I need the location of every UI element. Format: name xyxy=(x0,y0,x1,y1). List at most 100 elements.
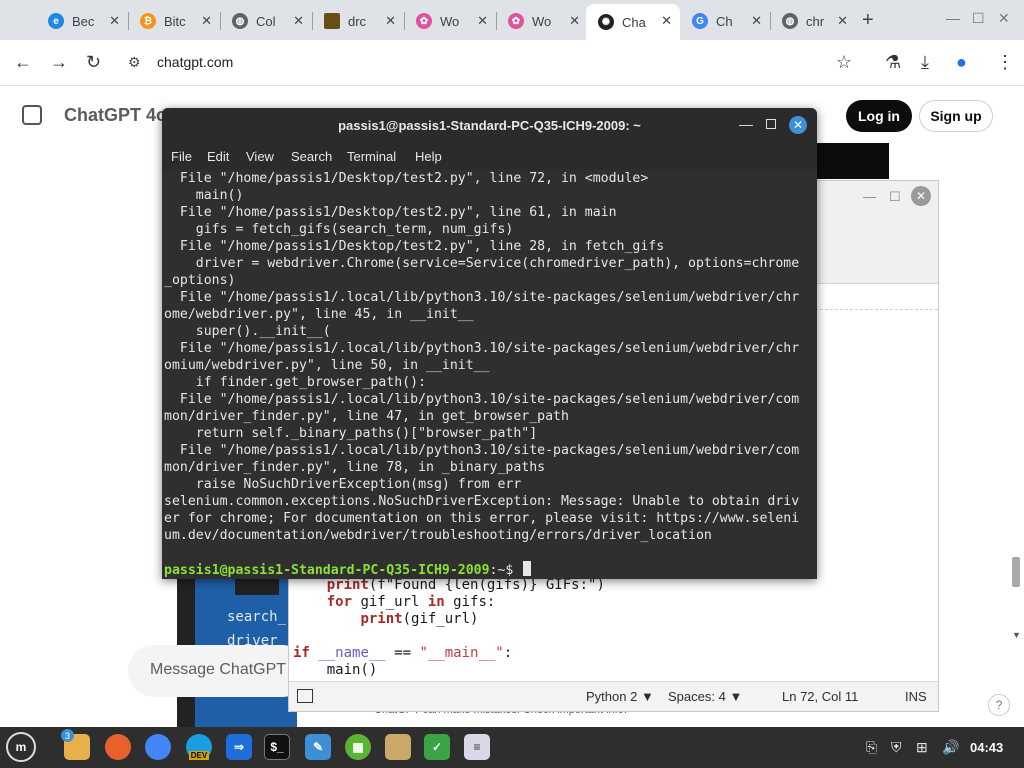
terminal-output[interactable]: File "/home/passis1/Desktop/test2.py", l… xyxy=(162,170,817,579)
close-icon[interactable]: ✕ xyxy=(911,186,931,206)
log-in-button[interactable]: Log in xyxy=(846,100,912,132)
code-line[interactable]: print(gif_url) xyxy=(293,611,478,627)
maximize-icon[interactable] xyxy=(766,119,776,129)
edge-icon: e xyxy=(48,13,64,29)
language-selector[interactable]: Python 2 ▼ xyxy=(586,689,654,704)
maximize-icon[interactable]: ☐ xyxy=(972,10,985,27)
new-chat-icon[interactable] xyxy=(22,105,42,125)
shield-icon[interactable]: ✓ xyxy=(424,734,450,760)
menu-view[interactable]: View xyxy=(246,149,274,164)
output-line: File "/home/passis1/Desktop/test2.py", l… xyxy=(164,239,665,254)
document-icon[interactable]: ≡ xyxy=(464,734,490,760)
browser-tab[interactable]: drc ✕ xyxy=(312,6,404,36)
side-panel-icon[interactable] xyxy=(297,689,313,703)
close-tab-icon[interactable]: ✕ xyxy=(477,13,488,29)
reload-icon[interactable]: ↻ xyxy=(86,52,101,73)
help-button[interactable]: ? xyxy=(988,694,1010,716)
menu-search[interactable]: Search xyxy=(291,149,332,164)
output-line: File "/home/passis1/Desktop/test2.py", l… xyxy=(164,171,649,186)
download-icon[interactable]: ⤓ xyxy=(921,52,929,73)
back-icon[interactable]: ← xyxy=(14,52,32,73)
profile-icon[interactable]: ● xyxy=(956,52,967,73)
output-line: raise NoSuchDriverException(msg) from er… xyxy=(164,477,522,492)
new-tab-icon[interactable]: + xyxy=(862,9,874,32)
output-line: if finder.get_browser_path(): xyxy=(164,375,427,390)
firefox-icon[interactable] xyxy=(105,734,131,760)
minimize-icon[interactable]: — xyxy=(863,189,876,204)
clock[interactable]: 04:43 xyxy=(970,740,1003,755)
browser-tab[interactable]: ✿ Wo ✕ xyxy=(404,6,496,36)
security-icon[interactable]: ⛨ xyxy=(891,739,902,756)
prompt-path: :~$ xyxy=(489,563,514,578)
network-icon[interactable]: ⊞ xyxy=(916,739,928,756)
labs-flask-icon[interactable]: ⚗ xyxy=(885,52,901,73)
close-tab-icon[interactable]: ✕ xyxy=(109,13,120,29)
message-placeholder: Message ChatGPT xyxy=(150,661,287,678)
terminal-window: passis1@passis1-Standard-PC-Q35-ICH9-200… xyxy=(162,108,817,579)
model-selector[interactable]: ChatGPT 4o xyxy=(64,105,167,126)
scroll-down-icon[interactable]: ▼ xyxy=(1012,630,1021,640)
menu-file[interactable]: File xyxy=(171,149,192,164)
tab-width-selector[interactable]: Spaces: 4 ▼ xyxy=(668,689,742,704)
browser-tab[interactable]: ◍ Col ✕ xyxy=(220,6,312,36)
maximize-icon[interactable]: ☐ xyxy=(889,189,901,205)
site-info-icon[interactable]: ⚙ xyxy=(128,54,141,71)
close-window-icon[interactable]: ✕ xyxy=(998,10,1010,27)
edge-dev-icon[interactable]: DEV xyxy=(186,734,212,760)
code-line[interactable]: print(f"Found {len(gifs)} GIFs:") xyxy=(293,577,605,593)
close-icon[interactable]: ✕ xyxy=(789,116,807,134)
code-line[interactable]: main() xyxy=(293,662,378,678)
web-icon: ◍ xyxy=(232,13,248,29)
menu-dots-icon[interactable]: ⋮ xyxy=(996,52,1014,73)
close-tab-icon[interactable]: ✕ xyxy=(201,13,212,29)
menu-help[interactable]: Help xyxy=(415,149,442,164)
minimize-icon[interactable]: — xyxy=(739,116,753,132)
menu-edit[interactable]: Edit xyxy=(207,149,229,164)
prompt-line[interactable]: passis1@passis1-Standard-PC-Q35-ICH9-200… xyxy=(164,561,532,579)
sign-up-button[interactable]: Sign up xyxy=(919,100,993,132)
forward-icon[interactable]: → xyxy=(50,52,68,73)
close-tab-icon[interactable]: ✕ xyxy=(569,13,580,29)
cursor-position[interactable]: Ln 72, Col 11 xyxy=(782,689,858,704)
message-input[interactable]: Message ChatGPT xyxy=(128,645,308,697)
browser-tab-active[interactable]: ✺ Cha ✕ xyxy=(586,4,680,40)
output-line: omium/webdriver.py", line 50, in __init_… xyxy=(164,358,490,373)
code-line[interactable]: for gif_url in gifs: xyxy=(293,594,496,610)
page-scrollbar[interactable] xyxy=(1012,557,1020,587)
browser-tab[interactable]: ✿ Wo ✕ xyxy=(496,6,588,36)
url-text[interactable]: chatgpt.com xyxy=(157,54,233,70)
browser-tab[interactable]: ₿ Bitc ✕ xyxy=(128,6,220,36)
close-tab-icon[interactable]: ✕ xyxy=(385,13,396,29)
spreadsheet-icon[interactable]: ▦ xyxy=(345,734,371,760)
remote-desktop-icon[interactable]: ⇒ xyxy=(226,734,252,760)
code-line[interactable]: if __name__ == "__main__": xyxy=(293,645,512,661)
close-tab-icon[interactable]: ✕ xyxy=(293,13,304,29)
output-line: ome/webdriver.py", line 45, in __init__ xyxy=(164,307,474,322)
mint-menu-icon[interactable]: m xyxy=(6,732,36,762)
address-bar[interactable]: ⚙ chatgpt.com ☆ xyxy=(118,47,866,79)
volume-icon[interactable]: 🔊 xyxy=(942,739,959,756)
minimize-icon[interactable]: — xyxy=(946,10,960,26)
output-line: um.dev/documentation/webdriver/troublesh… xyxy=(164,528,712,543)
browser-toolbar: ← → ↻ ⚙ chatgpt.com ☆ ⚗ ⤓ ● ⋮ xyxy=(0,40,1024,86)
output-line: main() xyxy=(164,188,244,203)
archive-icon[interactable] xyxy=(385,734,411,760)
close-tab-icon[interactable]: ✕ xyxy=(751,13,762,29)
terminal-titlebar[interactable]: passis1@passis1-Standard-PC-Q35-ICH9-200… xyxy=(162,108,817,144)
text-editor-icon[interactable]: ✎ xyxy=(305,734,331,760)
close-tab-icon[interactable]: ✕ xyxy=(837,13,848,29)
output-line: _options) xyxy=(164,273,236,288)
terminal-icon[interactable]: $_ xyxy=(264,734,290,760)
close-tab-icon[interactable]: ✕ xyxy=(661,13,672,29)
bookmark-star-icon[interactable]: ☆ xyxy=(836,52,852,73)
menu-terminal[interactable]: Terminal xyxy=(347,149,396,164)
editor-statusbar: Python 2 ▼ Spaces: 4 ▼ Ln 72, Col 11 INS xyxy=(289,681,938,711)
output-line: selenium.common.exceptions.NoSuchDriverE… xyxy=(164,494,800,509)
output-line: File "/home/passis1/Desktop/test2.py", l… xyxy=(164,205,617,220)
output-line: mon/driver_finder.py", line 78, in _bina… xyxy=(164,460,546,475)
browser-tab[interactable]: e Bec ✕ xyxy=(36,6,128,36)
browser-tab[interactable]: G Ch ✕ xyxy=(680,6,770,36)
chrome-icon[interactable] xyxy=(145,734,171,760)
clipboard-icon[interactable]: ⎘ xyxy=(866,739,877,756)
browser-tab[interactable]: ◍ chr ✕ xyxy=(770,6,856,36)
